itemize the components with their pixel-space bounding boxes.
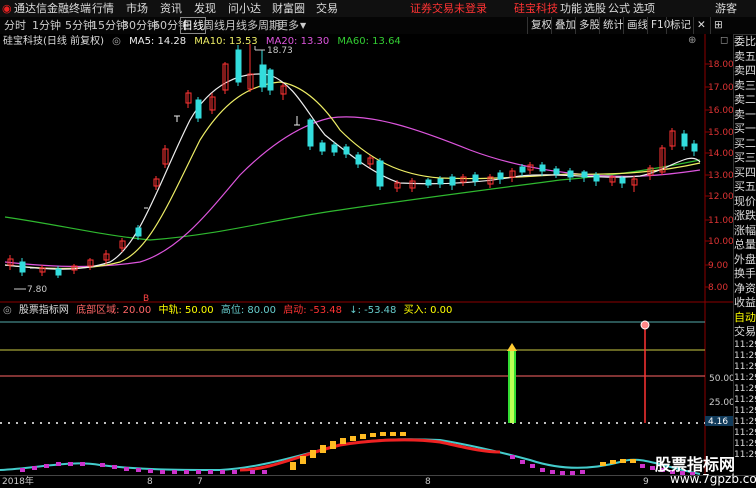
param-bottom-zone: 底部区域: 20.00 <box>76 305 152 316</box>
time-axis-label: 7 <box>197 477 203 487</box>
ma10-label: MA10: 13.53 <box>194 36 258 47</box>
time-row: 11:29 <box>734 427 756 438</box>
time-row: 11:29 <box>734 416 756 427</box>
low-price-label: 7.80 <box>27 285 47 295</box>
price-tick: 14.00 <box>708 149 733 159</box>
side-label: 买三 <box>734 151 756 164</box>
time-row: 11:29 <box>734 339 756 350</box>
indicator-tick-50: 50.00 <box>709 374 733 384</box>
kline-chart[interactable]: 18.73 7.80 B 18.00 17.00 16.00 15.00 14.… <box>0 0 733 475</box>
param-buy: 买入: 0.00 <box>403 305 453 316</box>
side-label: 卖四 <box>734 64 756 77</box>
tab-trade[interactable]: 交易 <box>734 325 756 340</box>
side-label: 卖一 <box>734 107 756 121</box>
time-axis-label: 2018年 <box>2 477 34 487</box>
price-tick: 11.00 <box>708 216 733 226</box>
param-mid: 中轨: 50.00 <box>158 305 214 316</box>
side-label: 换手 <box>734 267 756 280</box>
watermark-url: www.7gpzb.com <box>670 472 756 486</box>
side-label: 买五 <box>734 180 756 193</box>
ma20-label: MA20: 13.30 <box>265 36 330 47</box>
indicator-legend: ◎ 股票指标网 底部区域: 20.00 中轨: 50.00 高位: 80.00 … <box>3 304 456 318</box>
time-row: 11:29 <box>734 438 756 449</box>
side-label: 涨跌 <box>734 209 756 222</box>
settings-icon[interactable]: ⊕ <box>688 35 696 46</box>
time-row: 11:29 <box>734 361 756 372</box>
side-label: 买一 <box>734 122 756 135</box>
tab-auto[interactable]: 自动 <box>734 311 756 326</box>
ma5-label: MA5: 14.28 <box>129 36 187 47</box>
price-tick: 18.00 <box>708 60 733 70</box>
price-tick: 17.00 <box>708 83 733 93</box>
side-label: 卖二 <box>734 93 756 106</box>
side-label: 总量 <box>734 238 756 251</box>
side-label: 收益 <box>734 296 756 309</box>
chart-title: 硅宝科技(日线 前复权) <box>3 36 104 47</box>
time-row: 11:29 <box>734 405 756 416</box>
side-label: 净资 <box>734 281 756 295</box>
quote-side-panel: 委比 卖五 卖四 卖三 卖二 卖一 买一 买二 买三 买四 买五 现价 涨跌 涨… <box>733 35 756 475</box>
indicator-tick-25: 25.00 <box>709 398 733 408</box>
collapse-icon[interactable]: ◻ <box>720 35 728 46</box>
time-row: 11:29 <box>734 383 756 394</box>
price-tick: 12.00 <box>708 192 733 202</box>
ma-legend: 硅宝科技(日线 前复权) ◎ MA5: 14.28 MA10: 13.53 MA… <box>3 35 406 49</box>
dropdown-icon[interactable]: ◎ <box>112 36 121 47</box>
side-label: 现价 <box>734 194 756 208</box>
side-label: 涨幅 <box>734 223 756 237</box>
price-tick: 13.00 <box>708 171 733 181</box>
time-axis-label: 8 <box>425 477 431 487</box>
price-tick: 8.00 <box>708 283 728 293</box>
price-tick: 15.00 <box>708 128 733 138</box>
indicator-value-badge: 4.16 <box>708 417 728 427</box>
indicator-dropdown-icon[interactable]: ◎ <box>3 305 12 316</box>
time-axis-label: 8 <box>147 477 153 487</box>
side-label: 买四 <box>734 165 756 179</box>
buy-marker-B: B <box>143 294 149 304</box>
time-row: 11:29 <box>734 394 756 405</box>
price-tick: 10.00 <box>708 237 733 247</box>
side-label: 委比 <box>734 35 756 48</box>
time-row: 11:29 <box>734 372 756 383</box>
oscillator-magenta-dots <box>20 455 695 475</box>
side-label: 卖五 <box>734 49 756 63</box>
side-label: 外盘 <box>734 252 756 266</box>
time-row: 11:29 <box>734 449 756 460</box>
param-start: 启动: -53.48 <box>283 305 343 316</box>
price-tick: 16.00 <box>708 106 733 116</box>
price-tick: 9.00 <box>708 261 728 271</box>
param-high: 高位: 80.00 <box>220 305 277 316</box>
indicator-name[interactable]: 股票指标网 <box>19 305 69 316</box>
ma60-label: MA60: 13.64 <box>337 36 401 47</box>
time-axis: 2018年 8 7 8 9 <box>0 475 756 488</box>
param-down: ↓: -53.48 <box>349 305 397 316</box>
side-label: 买二 <box>734 136 756 150</box>
oscillator-yellow-dots <box>290 432 636 470</box>
side-label: 卖三 <box>734 78 756 92</box>
time-row: 11:29 <box>734 350 756 361</box>
time-axis-label: 9 <box>643 477 649 487</box>
